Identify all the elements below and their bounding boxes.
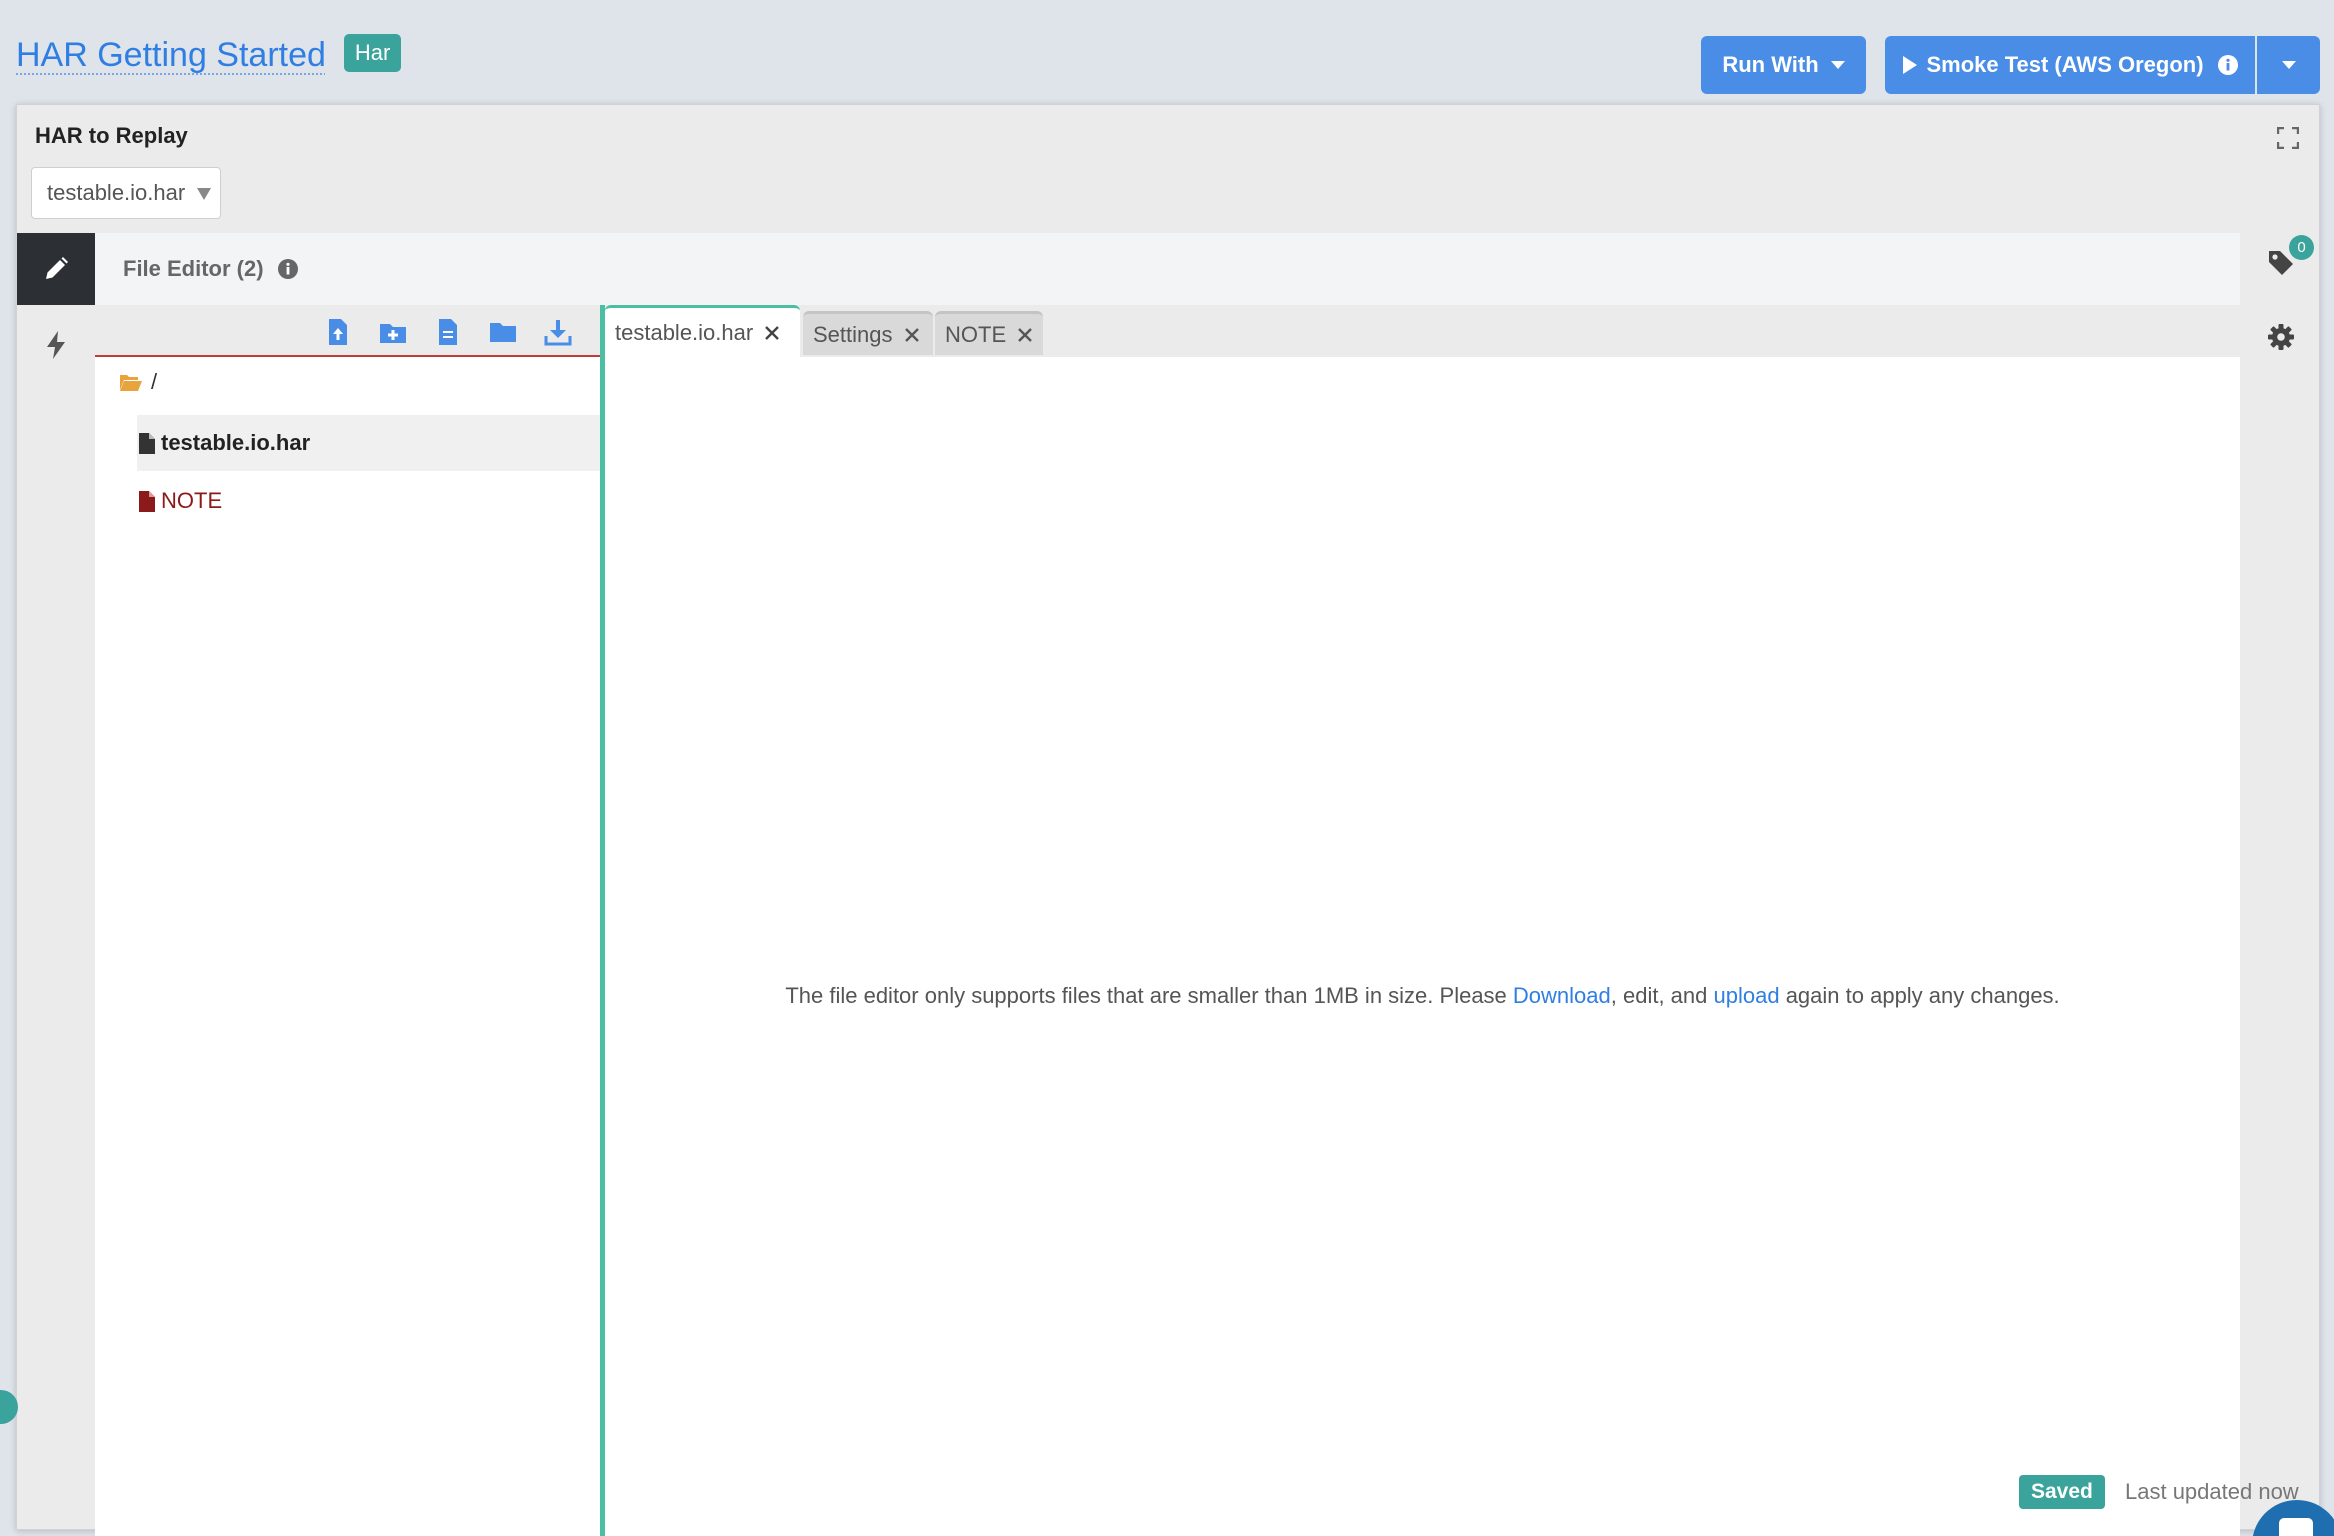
close-icon[interactable] <box>904 327 919 342</box>
tab-label: NOTE <box>945 321 1007 347</box>
file-tree-toolbar <box>95 305 600 357</box>
har-select[interactable]: testable.io.har <box>31 167 221 219</box>
saved-badge: Saved <box>2019 1475 2105 1509</box>
caret-down-icon <box>1830 60 1845 70</box>
caret-down-icon <box>197 188 211 200</box>
page-title-wrap: HAR Getting Started Har <box>16 30 402 80</box>
har-select-value: testable.io.har <box>47 180 186 205</box>
tree-file[interactable]: testable.io.har <box>137 415 600 471</box>
info-icon[interactable] <box>277 259 298 279</box>
tag-count-badge: 0 <box>2289 235 2314 260</box>
page-title[interactable]: HAR Getting Started <box>16 36 326 75</box>
tree-root-folder[interactable]: / <box>119 369 157 395</box>
info-icon <box>2217 55 2238 75</box>
download-link[interactable]: Download <box>1513 983 1611 1008</box>
tab-label: Settings <box>813 321 893 347</box>
triggers-tab[interactable] <box>17 315 95 375</box>
close-icon[interactable] <box>765 325 780 340</box>
type-badge: Har <box>343 34 402 72</box>
upload-link[interactable]: upload <box>1714 983 1780 1008</box>
upload-file-icon[interactable] <box>323 317 353 347</box>
file-editor-title: File Editor (2) <box>123 256 264 281</box>
file-tree: / testable.io.har NOTE <box>95 305 600 1536</box>
message-text: , edit, and <box>1610 983 1714 1008</box>
editor-content: The file editor only supports files that… <box>605 357 2240 1536</box>
file-editor-bar: File Editor (2) <box>95 233 2240 305</box>
tab-note[interactable]: NOTE <box>935 311 1043 355</box>
tree-root-label: / <box>151 369 158 394</box>
editor-message: The file editor only supports files that… <box>605 983 2240 1009</box>
file-tabs: testable.io.har Settings NOTE <box>605 305 2240 357</box>
bolt-icon <box>46 331 66 359</box>
tab-settings[interactable]: Settings <box>803 311 933 355</box>
smoke-test-label: Smoke Test (AWS Oregon) <box>1926 52 2204 77</box>
message-text: again to apply any changes. <box>1779 983 2060 1008</box>
tree-file[interactable]: NOTE <box>137 473 600 529</box>
play-icon <box>1902 55 1918 75</box>
last-updated-text: Last updated now <box>2125 1479 2299 1504</box>
chat-icon <box>2279 1518 2313 1536</box>
tab-label: testable.io.har <box>615 319 754 345</box>
edit-tab[interactable] <box>17 233 95 305</box>
tab-testable-har[interactable]: testable.io.har <box>605 305 800 357</box>
tree-file-label: testable.io.har <box>161 430 311 455</box>
download-icon[interactable] <box>543 317 573 347</box>
expand-icon[interactable] <box>2277 127 2299 149</box>
file-icon <box>139 490 155 512</box>
new-folder-icon[interactable] <box>378 317 408 347</box>
close-icon[interactable] <box>1018 327 1032 342</box>
folder-icon[interactable] <box>488 317 518 347</box>
smoke-test-dropdown-button[interactable] <box>2257 36 2320 94</box>
tree-file-label: NOTE <box>161 488 223 513</box>
main-panel: HAR to Replay testable.io.har File Edito… <box>16 104 2320 1536</box>
message-text: The file editor only supports files that… <box>785 983 1513 1008</box>
smoke-test-button[interactable]: Smoke Test (AWS Oregon) <box>1885 36 2255 94</box>
pencil-icon <box>43 256 69 282</box>
file-icon <box>139 432 155 454</box>
new-file-icon[interactable] <box>433 317 463 347</box>
caret-down-icon <box>2281 60 2296 70</box>
panel-heading: HAR to Replay <box>35 123 188 148</box>
gear-icon[interactable] <box>2267 323 2307 363</box>
folder-open-icon <box>119 372 143 392</box>
run-with-label: Run With <box>1722 52 1819 77</box>
run-with-button[interactable]: Run With <box>1701 36 1866 94</box>
